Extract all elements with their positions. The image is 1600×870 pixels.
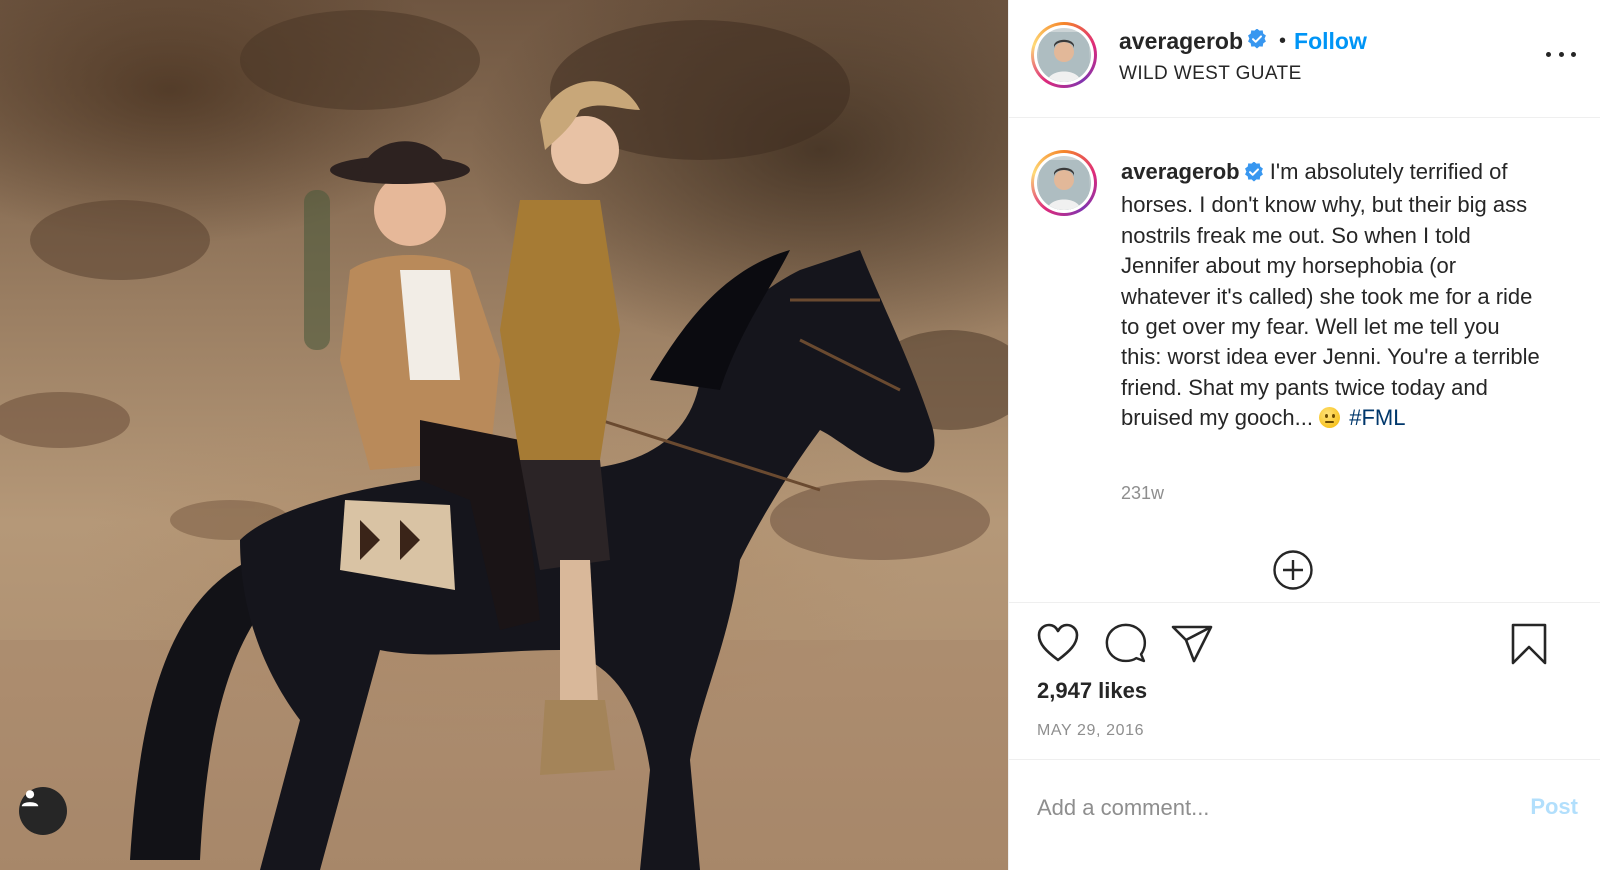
like-count[interactable]: 2,947 likes	[1037, 678, 1147, 704]
comment-bar: Post	[1009, 761, 1600, 870]
caption-username[interactable]: averagerob	[1121, 159, 1240, 184]
more-options-icon[interactable]	[1546, 44, 1576, 64]
post-actions: 2,947 likes MAY 29, 2016	[1009, 604, 1600, 760]
post-date: MAY 29, 2016	[1037, 722, 1145, 739]
post-header: averagerob • Follow WILD WEST GUATE	[1009, 0, 1600, 118]
comment-icon[interactable]	[1104, 622, 1148, 671]
photo-illustration	[0, 10, 1008, 870]
verified-badge-icon	[1244, 160, 1264, 190]
share-icon[interactable]	[1170, 624, 1214, 669]
avatar-photo	[1039, 32, 1089, 82]
caption-hashtag[interactable]: #FML	[1349, 405, 1405, 430]
follow-separator: •	[1279, 30, 1287, 52]
heart-icon[interactable]	[1036, 622, 1080, 669]
follow-button[interactable]: Follow	[1294, 28, 1367, 55]
post-time-ago: 231w	[1121, 483, 1165, 503]
author-username[interactable]: averagerob	[1119, 28, 1243, 55]
avatar-photo	[1039, 160, 1089, 210]
verified-badge-icon	[1247, 28, 1267, 54]
user-icon	[21, 790, 39, 807]
comment-input[interactable]	[1037, 791, 1477, 825]
plus-circle-icon[interactable]	[1272, 549, 1314, 596]
caption-author-avatar[interactable]	[1031, 150, 1097, 216]
post-location[interactable]: WILD WEST GUATE	[1119, 63, 1302, 85]
post-caption: averagerob I'm absolutely terrified of h…	[1121, 157, 1541, 434]
post-comment-button[interactable]: Post	[1530, 794, 1578, 820]
tagged-users-button[interactable]	[19, 787, 67, 835]
post-details-panel: averagerob • Follow WILD WEST GUATE aver…	[1008, 0, 1600, 870]
author-avatar[interactable]	[1031, 22, 1097, 88]
bookmark-icon[interactable]	[1510, 622, 1548, 671]
caption-section: averagerob I'm absolutely terrified of h…	[1009, 119, 1600, 603]
post-photo[interactable]	[0, 0, 1008, 870]
neutral-face-emoji-icon	[1319, 407, 1341, 429]
caption-text: I'm absolutely terrified of horses. I do…	[1121, 159, 1540, 431]
